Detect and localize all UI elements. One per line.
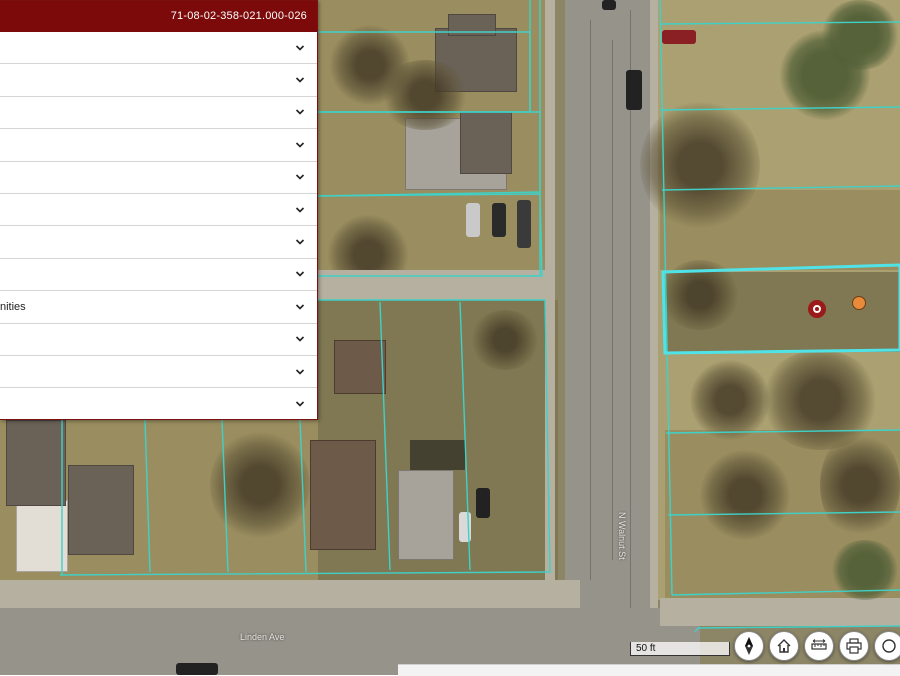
accordion-item[interactable]	[0, 64, 317, 97]
accordion-item[interactable]	[0, 388, 317, 420]
panel-header: 71-08-02-358-021.000-026	[0, 1, 317, 32]
accordion-item[interactable]	[0, 324, 317, 356]
accordion-item[interactable]	[0, 32, 317, 65]
parcel-id: 71-08-02-358-021.000-026	[170, 10, 307, 22]
scale-bar: 50 ft	[630, 642, 730, 656]
home-icon	[777, 639, 791, 653]
compass-button[interactable]	[734, 631, 764, 661]
measure-icon	[811, 639, 827, 650]
map-toolbar	[734, 628, 900, 664]
chevron-down-icon	[295, 207, 305, 213]
accordion-list: nities	[0, 32, 317, 421]
chevron-down-icon	[295, 45, 305, 51]
chevron-down-icon	[295, 174, 305, 180]
location-dot-icon[interactable]	[852, 296, 866, 310]
compass-icon	[745, 637, 753, 655]
print-button[interactable]	[839, 631, 869, 661]
status-strip	[398, 664, 900, 676]
street-label-vertical: N Walnut St	[617, 512, 627, 560]
scale-label: 50 ft	[636, 643, 656, 654]
measure-button[interactable]	[804, 631, 834, 661]
parcel-info-panel: 71-08-02-358-021.000-026 nities	[0, 0, 318, 420]
accordion-item[interactable]	[0, 129, 317, 162]
chevron-down-icon	[295, 109, 305, 116]
accordion-item[interactable]	[0, 356, 317, 389]
accordion-item[interactable]	[0, 162, 317, 194]
accordion-item[interactable]	[0, 194, 317, 227]
accordion-item[interactable]	[0, 97, 317, 130]
buffer-circle-button[interactable]	[874, 631, 900, 661]
accordion-item[interactable]: nities	[0, 291, 317, 324]
accordion-item[interactable]	[0, 259, 317, 292]
chevron-down-icon	[295, 77, 305, 83]
chevron-down-icon	[295, 401, 305, 408]
home-button[interactable]	[769, 631, 799, 661]
chevron-down-icon	[295, 271, 305, 278]
chevron-down-icon	[295, 304, 305, 310]
print-icon	[846, 638, 862, 654]
accordion-item[interactable]	[0, 226, 317, 259]
chevron-down-icon	[295, 142, 305, 148]
street-label-horizontal: Linden Ave	[240, 632, 285, 642]
chevron-down-icon	[295, 336, 305, 342]
chevron-down-icon	[295, 369, 305, 375]
chevron-down-icon	[295, 239, 305, 245]
circle-icon	[882, 639, 896, 653]
parcel-pin-icon[interactable]	[808, 300, 826, 318]
accordion-label: nities	[0, 300, 26, 313]
